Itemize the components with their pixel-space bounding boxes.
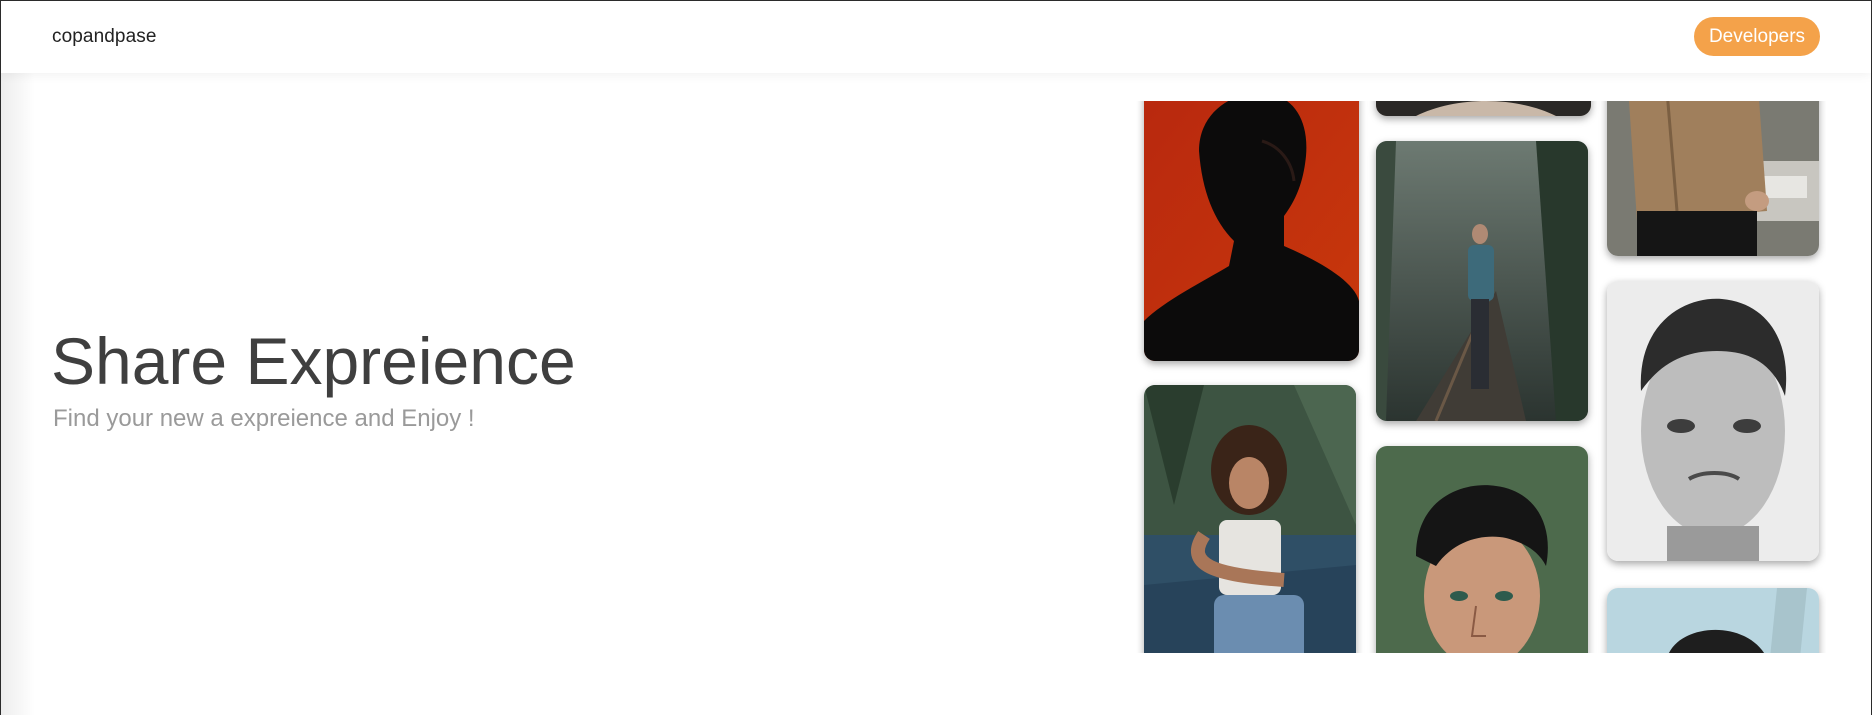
man-silhouette-red-background-photo <box>1144 101 1359 361</box>
developers-button[interactable]: Developers <box>1694 17 1820 56</box>
hero-title: Share Expreience <box>51 324 576 398</box>
hero-subtitle: Find your new a expreience and Enjoy ! <box>53 405 475 432</box>
photo-card[interactable] <box>1376 101 1591 116</box>
cropped-portrait-photo-top <box>1376 101 1591 116</box>
photo-gallery <box>1136 101 1826 653</box>
woman-sitting-poolside-photo <box>1144 385 1356 653</box>
person-in-tan-jacket-photo <box>1607 101 1819 256</box>
brand-logo-link[interactable]: copandpase <box>52 26 157 48</box>
photo-card[interactable] <box>1376 446 1588 653</box>
photo-card[interactable] <box>1144 385 1356 653</box>
photo-card[interactable] <box>1607 588 1819 653</box>
photo-card[interactable] <box>1376 141 1588 421</box>
left-edge-shadow <box>1 73 35 715</box>
photo-card[interactable] <box>1607 281 1819 561</box>
top-navbar: copandpase Developers <box>1 1 1871 73</box>
curly-haired-young-man-photo <box>1376 446 1588 653</box>
black-white-man-portrait-photo <box>1607 281 1819 561</box>
browser-viewport: copandpase Developers Share Expreience F… <box>0 0 1872 715</box>
photo-card[interactable] <box>1607 101 1819 256</box>
man-portrait-partial-photo <box>1607 588 1819 653</box>
photo-card[interactable] <box>1144 101 1359 361</box>
man-in-forest-with-phone-photo <box>1376 141 1588 421</box>
